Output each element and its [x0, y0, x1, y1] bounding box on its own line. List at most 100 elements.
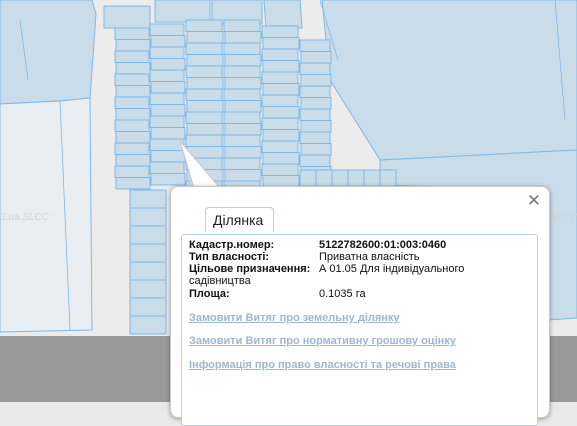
- allotment-parcel[interactable]: [150, 58, 186, 71]
- allotment-parcel[interactable]: [129, 225, 167, 245]
- allotment-parcel[interactable]: [262, 37, 300, 50]
- allotment-parcel[interactable]: [149, 92, 185, 105]
- allotment-parcel[interactable]: [149, 46, 185, 59]
- parcel-info-panel: Кадастр.номер: 5122782600:01:003:0460 Ти…: [181, 234, 538, 426]
- allotment-parcel[interactable]: [129, 189, 167, 209]
- field-label: Площа:: [189, 288, 230, 300]
- allotment-parcel[interactable]: [223, 88, 261, 101]
- allotment-parcel[interactable]: [114, 96, 150, 109]
- allotment-parcel[interactable]: [150, 127, 186, 140]
- allotment-parcel[interactable]: [115, 131, 151, 144]
- allotment-parcel[interactable]: [150, 104, 186, 117]
- allotment-parcel[interactable]: [115, 39, 151, 52]
- allotment-parcel[interactable]: [185, 88, 223, 101]
- allotment-parcel[interactable]: [150, 173, 186, 186]
- allotment-parcel[interactable]: [379, 169, 397, 187]
- allotment-parcel[interactable]: [224, 54, 262, 67]
- tab-parcel[interactable]: Ділянка: [205, 207, 275, 232]
- allotment-parcel[interactable]: [331, 169, 349, 187]
- allotment-parcel[interactable]: [150, 81, 186, 94]
- allotment-parcel[interactable]: [261, 163, 299, 176]
- allotment-parcel[interactable]: [261, 48, 299, 61]
- allotment-parcel[interactable]: [299, 85, 331, 98]
- allotment-parcel[interactable]: [129, 261, 167, 281]
- allotment-parcel[interactable]: [223, 42, 261, 55]
- allotment-parcel[interactable]: [223, 134, 261, 147]
- allotment-parcel[interactable]: [224, 146, 262, 159]
- purpose-value: А 01.05 Для індивідуального: [319, 263, 465, 275]
- allotment-parcel[interactable]: [300, 120, 332, 133]
- allotment-parcel[interactable]: [115, 62, 151, 75]
- allotment-parcel[interactable]: [186, 54, 224, 67]
- allotment-parcel[interactable]: [300, 51, 332, 64]
- allotment-parcel[interactable]: [115, 108, 151, 121]
- allotment-parcel[interactable]: [223, 157, 261, 170]
- allotment-parcel[interactable]: [114, 142, 150, 155]
- allotment-parcel[interactable]: [300, 143, 332, 156]
- allotment-parcel[interactable]: [150, 150, 186, 163]
- allotment-parcel[interactable]: [261, 71, 299, 84]
- allotment-parcel[interactable]: [300, 97, 332, 110]
- allotment-parcel[interactable]: [186, 123, 224, 136]
- allotment-parcel[interactable]: [299, 39, 331, 52]
- allotment-parcel[interactable]: [363, 169, 381, 187]
- allotment-parcel[interactable]: [261, 94, 299, 107]
- allotment-parcel[interactable]: [185, 111, 223, 124]
- allotment-parcel[interactable]: [129, 297, 167, 317]
- allotment-parcel[interactable]: [129, 207, 167, 227]
- allotment-parcel[interactable]: [299, 62, 331, 75]
- allotment-parcel[interactable]: [114, 50, 150, 63]
- allotment-parcel[interactable]: [185, 134, 223, 147]
- allotment-parcel[interactable]: [261, 25, 299, 38]
- allotment-parcel[interactable]: [224, 123, 262, 136]
- allotment-parcel[interactable]: [115, 154, 151, 167]
- allotment-parcel[interactable]: [315, 169, 333, 187]
- allotment-parcel[interactable]: [114, 73, 150, 86]
- allotment-parcel[interactable]: [262, 106, 300, 119]
- allotment-parcel[interactable]: [149, 161, 185, 174]
- allotment-parcel[interactable]: [261, 117, 299, 130]
- allotment-parcel[interactable]: [129, 243, 167, 263]
- allotment-parcel[interactable]: [186, 100, 224, 113]
- allotment-parcel[interactable]: [129, 315, 167, 335]
- allotment-parcel[interactable]: [299, 154, 331, 167]
- allotment-parcel[interactable]: [262, 152, 300, 165]
- allotment-parcel[interactable]: [186, 31, 224, 44]
- allotment-parcel[interactable]: [223, 65, 261, 78]
- allotment-parcel[interactable]: [185, 65, 223, 78]
- allotment-parcel[interactable]: [299, 108, 331, 121]
- allotment-parcel[interactable]: [115, 85, 151, 98]
- close-icon[interactable]: ✕: [527, 191, 541, 211]
- allotment-parcel[interactable]: [347, 169, 365, 187]
- allotment-parcel[interactable]: [114, 165, 150, 178]
- allotment-parcel[interactable]: [223, 19, 261, 32]
- allotment-parcel[interactable]: [262, 60, 300, 73]
- allotment-parcel[interactable]: [149, 115, 185, 128]
- allotment-parcel[interactable]: [185, 19, 223, 32]
- allotment-parcel[interactable]: [186, 77, 224, 90]
- parcel-info-popup: ✕ Ділянка Кадастр.номер: 5122782600:01:0…: [170, 186, 550, 426]
- allotment-parcel[interactable]: [224, 77, 262, 90]
- allotment-parcel[interactable]: [129, 279, 167, 299]
- allotment-parcel[interactable]: [149, 69, 185, 82]
- ownership-info-link[interactable]: Інформація про право власності та речові…: [189, 359, 456, 371]
- allotment-parcel[interactable]: [149, 138, 185, 151]
- allotment-parcel[interactable]: [115, 177, 151, 190]
- allotment-parcel[interactable]: [150, 35, 186, 48]
- allotment-parcel[interactable]: [300, 74, 332, 87]
- allotment-parcel[interactable]: [223, 111, 261, 124]
- allotment-parcel[interactable]: [262, 83, 300, 96]
- allotment-parcel[interactable]: [261, 140, 299, 153]
- allotment-parcel[interactable]: [185, 42, 223, 55]
- allotment-parcel[interactable]: [299, 169, 317, 187]
- allotment-parcel[interactable]: [262, 129, 300, 142]
- allotment-parcel[interactable]: [299, 131, 331, 144]
- allotment-parcel[interactable]: [224, 31, 262, 44]
- allotment-parcel[interactable]: [149, 23, 185, 36]
- order-valuation-extract-link[interactable]: Замовити Витяг про нормативну грошову оц…: [189, 335, 456, 347]
- allotment-parcel[interactable]: [114, 119, 150, 132]
- allotment-parcel[interactable]: [224, 100, 262, 113]
- allotment-parcel[interactable]: [114, 27, 150, 40]
- allotment-parcel[interactable]: [224, 169, 262, 182]
- order-land-extract-link[interactable]: Замовити Витяг про земельну ділянку: [189, 312, 400, 324]
